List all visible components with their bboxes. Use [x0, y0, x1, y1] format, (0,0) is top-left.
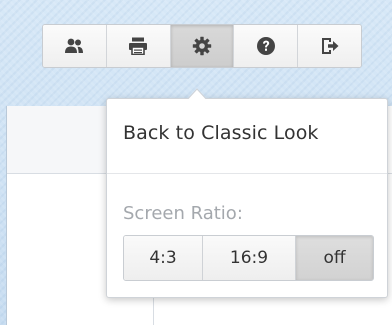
dropdown-divider [107, 173, 387, 174]
print-button[interactable] [106, 25, 171, 67]
settings-button[interactable] [170, 25, 235, 67]
ratio-4-3-button[interactable]: 4:3 [124, 236, 203, 280]
settings-dropdown: Back to Classic Look Screen Ratio: 4:3 1… [106, 98, 388, 298]
print-icon [129, 37, 148, 55]
popup-pointer [187, 88, 207, 100]
panel-column-divider [153, 296, 154, 325]
ratio-16-9-button[interactable]: 16:9 [203, 236, 296, 280]
users-button[interactable] [43, 25, 107, 67]
top-toolbar [42, 24, 362, 68]
users-icon [65, 38, 84, 53]
help-button[interactable] [234, 25, 299, 67]
back-to-classic-look-label: Back to Classic Look [123, 122, 319, 144]
panel-header-strip [7, 106, 111, 173]
screen-ratio-button-group: 4:3 16:9 off [123, 235, 374, 281]
gear-icon [192, 36, 212, 56]
logout-button[interactable] [298, 25, 361, 67]
back-to-classic-look-item[interactable]: Back to Classic Look [107, 99, 387, 167]
logout-icon [321, 38, 339, 54]
ratio-off-button[interactable]: off [296, 236, 373, 280]
screen-ratio-label: Screen Ratio: [123, 203, 243, 224]
help-icon [256, 37, 275, 55]
